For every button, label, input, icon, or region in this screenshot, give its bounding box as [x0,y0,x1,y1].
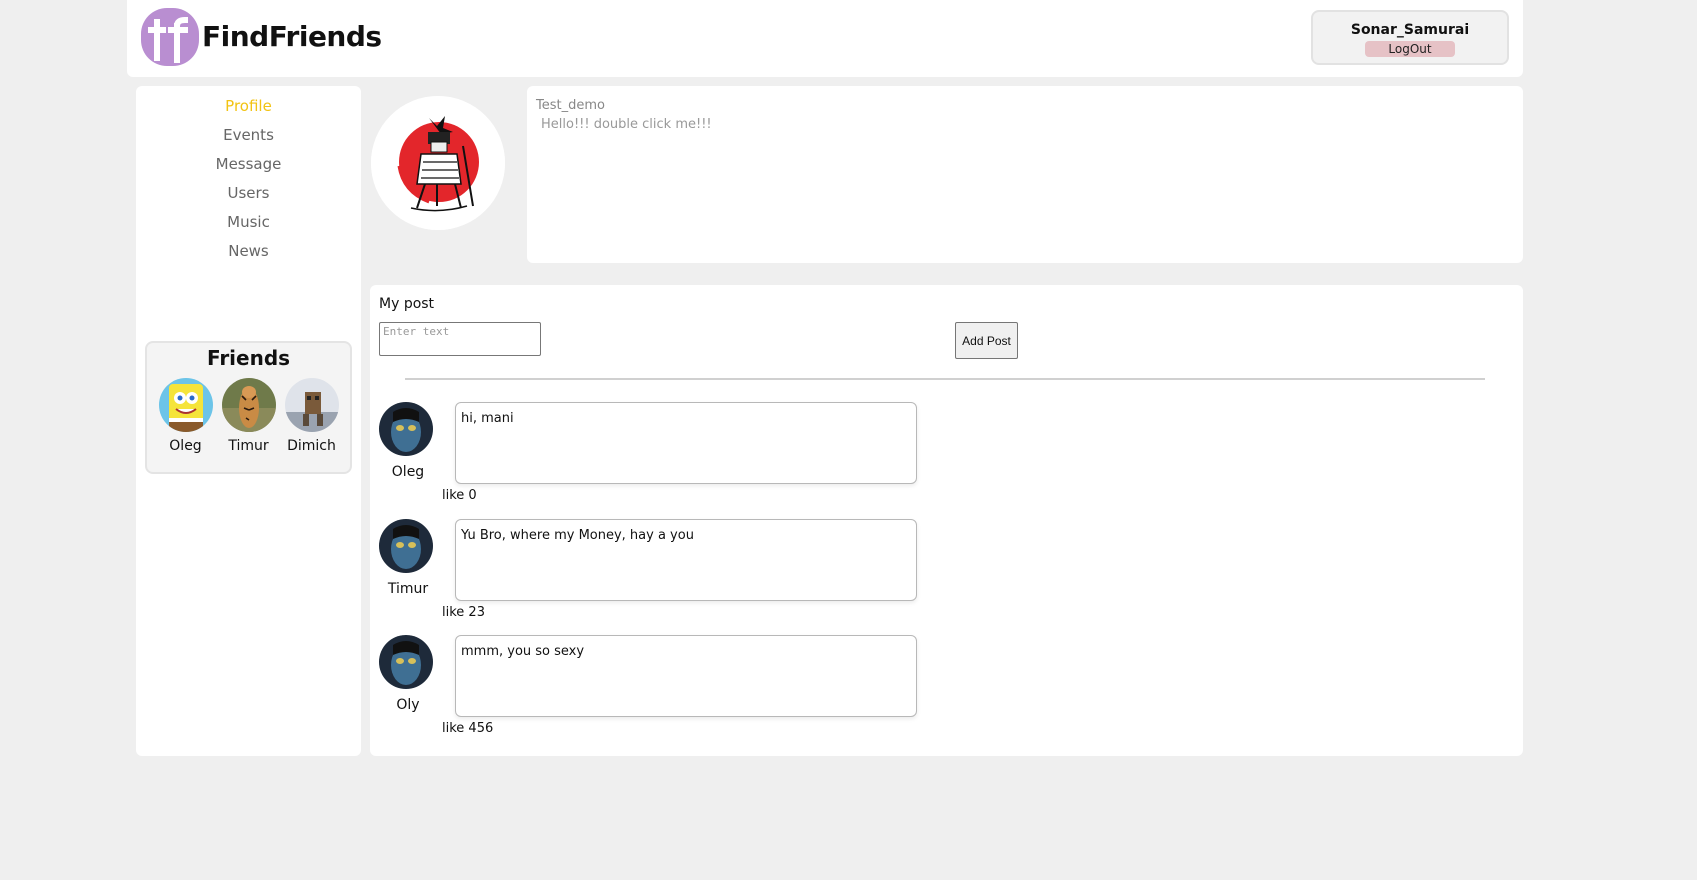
post-avatar [379,402,433,456]
sponge-avatar-icon [158,378,213,432]
nav-item-news[interactable]: News [136,237,361,266]
friends-panel: Friends Oleg Timur Dimich [145,341,352,474]
friend-name: Oleg [169,438,202,454]
profile-name: Test_demo [536,98,605,113]
post-author: Oleg [391,464,425,480]
post-avatar [379,519,433,573]
logout-button[interactable]: LogOut [1365,41,1455,57]
friend-name: Dimich [287,438,336,454]
posts-title: My post [379,296,435,312]
samurai-avatar-icon [371,96,505,230]
add-post-button[interactable]: Add Post [955,322,1018,359]
friend-avatar[interactable] [158,378,213,432]
post-likes[interactable]: like 456 [442,721,493,736]
friend-dimich[interactable]: Dimich [284,378,339,454]
friends-title: Friends [206,346,291,370]
nav-item-events[interactable]: Events [136,121,361,150]
post-likes[interactable]: like 0 [442,488,477,503]
avatar-face-icon [379,519,433,573]
post-author: Timur [387,581,429,597]
app-header: FindFriends Sonar_Samurai LogOut [127,0,1523,77]
post-item: Oleg hi, mani like 0 [379,402,917,512]
post-text: hi, mani [455,402,917,484]
friend-avatar[interactable] [221,378,276,432]
post-likes[interactable]: like 23 [442,605,485,620]
profile-status[interactable]: Hello!!! double click me!!! [541,117,712,132]
sidebar-nav: Profile Events Message Users Music News … [136,86,361,756]
post-item: Timur Yu Bro, where my Money, hay a you … [379,519,917,629]
nav-item-profile[interactable]: Profile [136,92,361,121]
friend-avatar[interactable] [284,378,339,432]
friend-oleg[interactable]: Oleg [158,378,213,454]
user-name: Sonar_Samurai [1350,22,1470,38]
avatar-face-icon [379,635,433,689]
post-item: Oly mmm, you so sexy like 456 [379,635,917,745]
user-panel: Sonar_Samurai LogOut [1311,10,1509,65]
posts-card: My post Add Post Oleg hi, mani like 0 T [370,285,1523,756]
tiger-avatar-icon [221,378,276,432]
figure-avatar-icon [284,378,339,432]
post-author: Oly [396,697,420,713]
profile-avatar [371,96,505,230]
divider [405,378,1485,380]
post-text: mmm, you so sexy [455,635,917,717]
post-avatar [379,635,433,689]
friend-name: Timur [228,438,269,454]
nav-item-message[interactable]: Message [136,150,361,179]
nav-item-music[interactable]: Music [136,208,361,237]
friend-timur[interactable]: Timur [221,378,276,454]
avatar-face-icon [379,402,433,456]
nav-item-users[interactable]: Users [136,179,361,208]
profile-description-card: Test_demo Hello!!! double click me!!! [527,86,1523,263]
new-post-input[interactable] [379,322,541,356]
findfriends-logo-icon[interactable] [141,8,199,66]
post-text: Yu Bro, where my Money, hay a you [455,519,917,601]
brand-name: FindFriends [202,20,382,53]
